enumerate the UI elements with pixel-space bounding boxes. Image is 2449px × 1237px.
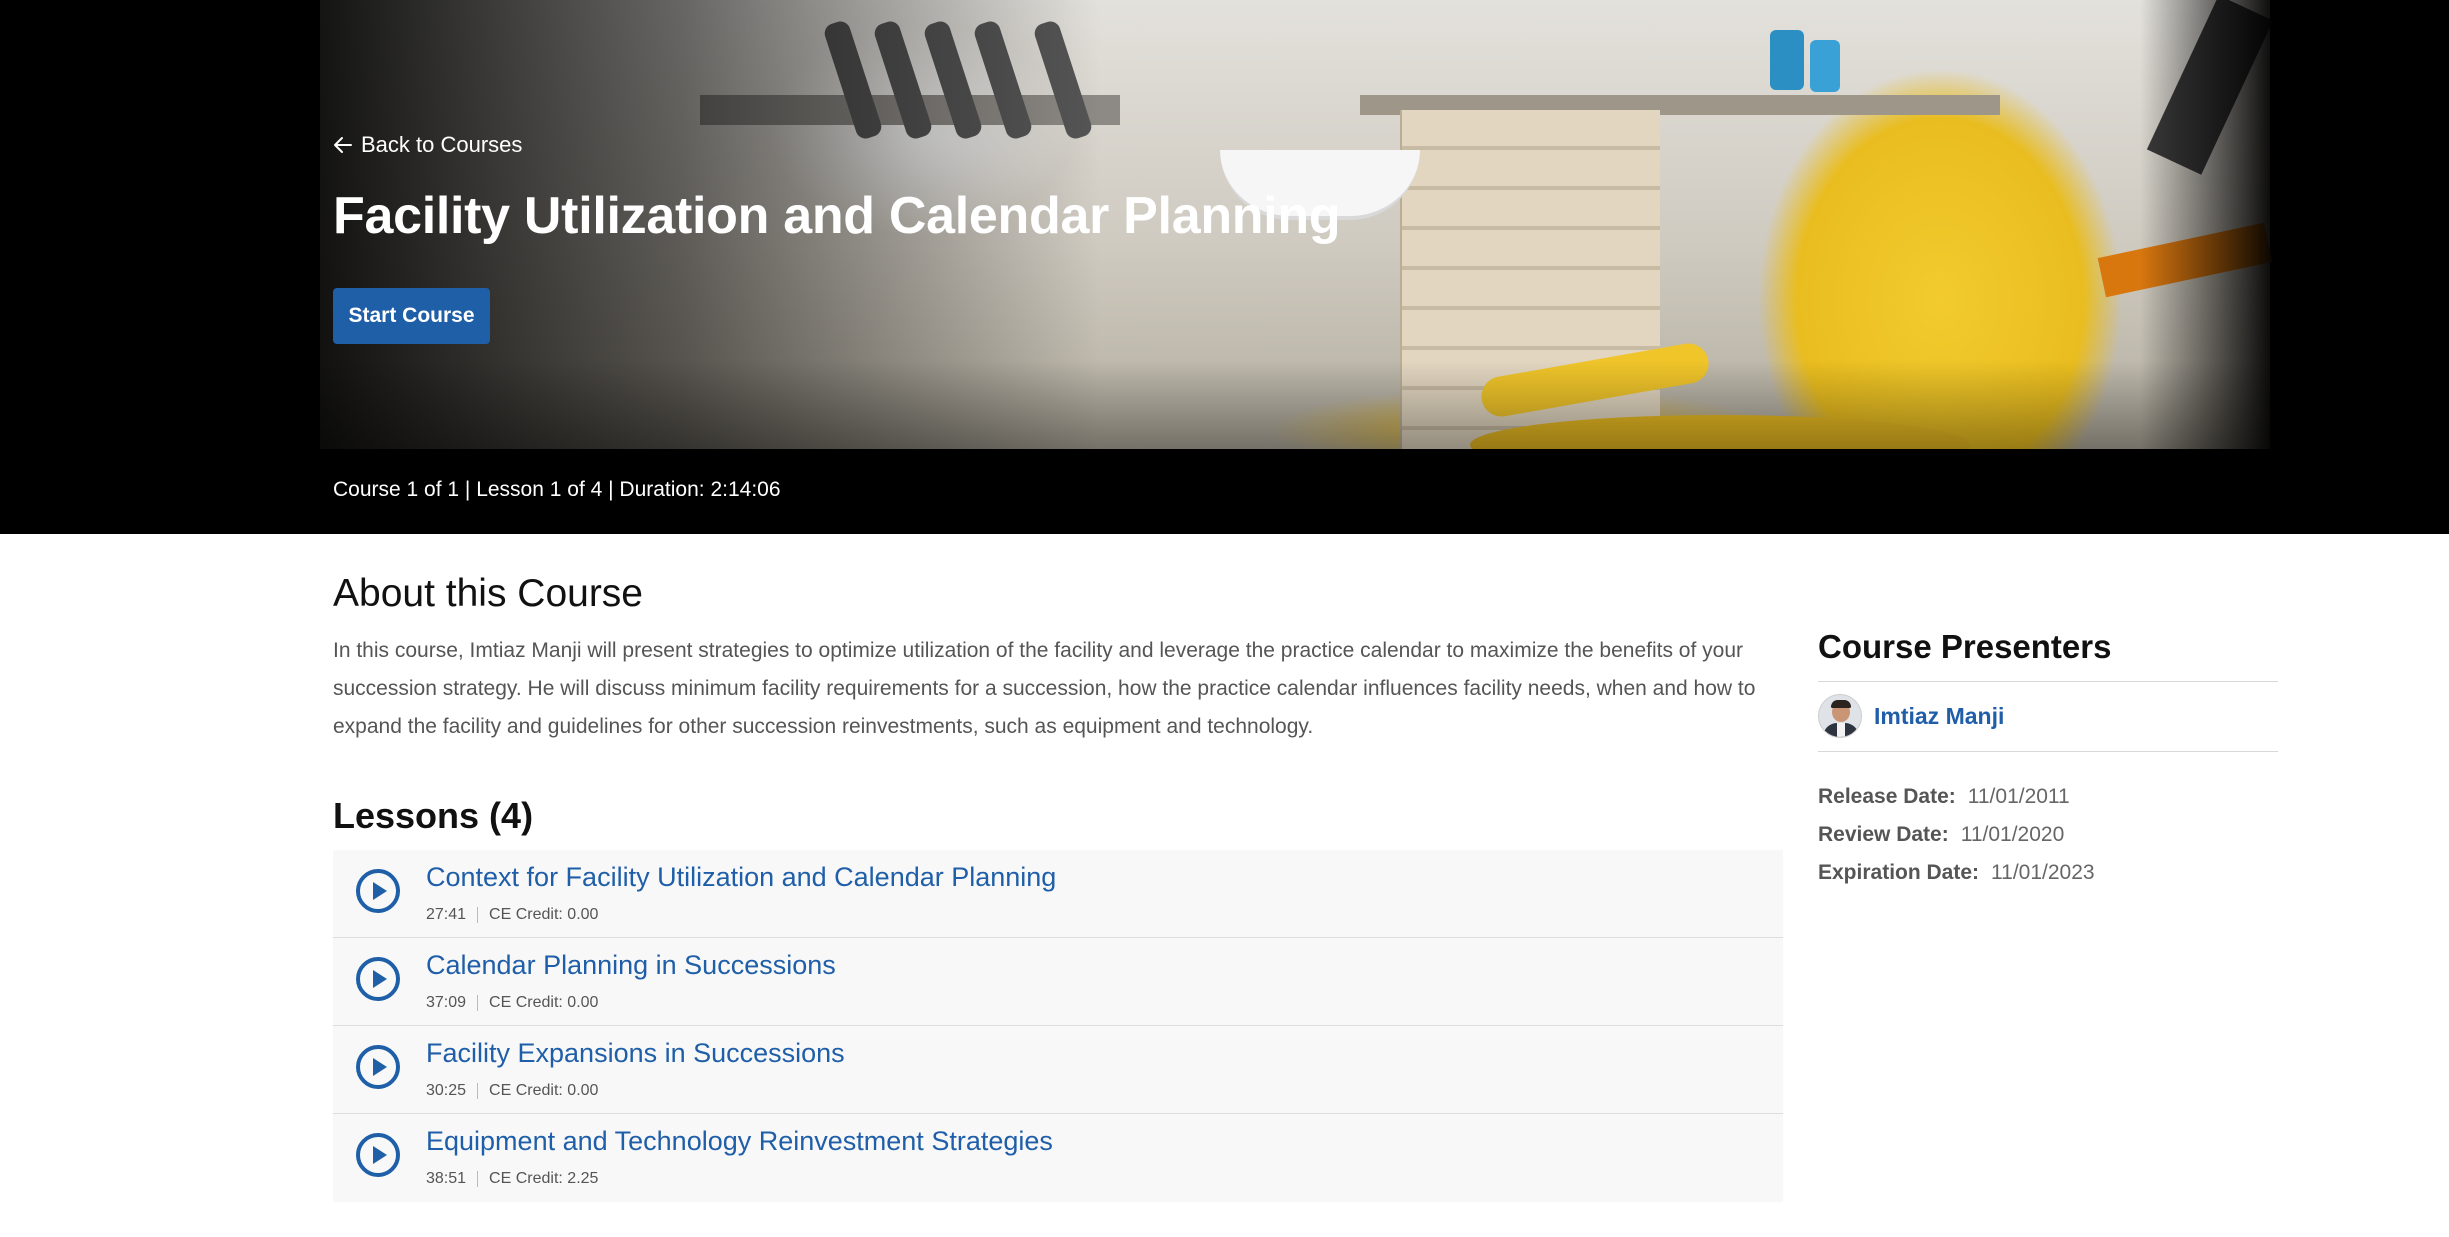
lesson-item[interactable]: Equipment and Technology Reinvestment St…: [333, 1114, 1783, 1202]
divider: [1818, 751, 2278, 752]
lesson-duration: 27:41: [426, 906, 467, 923]
lesson-meta: 27:41 CE Credit: 0.00: [426, 906, 598, 924]
lesson-meta: 38:51 CE Credit: 2.25: [426, 1170, 598, 1188]
start-course-button[interactable]: Start Course: [333, 288, 490, 344]
date-label: Expiration Date:: [1818, 861, 1980, 884]
lesson-duration: 37:09: [426, 994, 467, 1011]
play-circle-icon[interactable]: [355, 1044, 401, 1090]
presenter-name[interactable]: Imtiaz Manji: [1874, 703, 2004, 730]
lesson-duration: 38:51: [426, 1170, 467, 1187]
lesson-title[interactable]: Calendar Planning in Successions: [426, 950, 836, 981]
date-label: Review Date:: [1818, 823, 1949, 846]
play-circle-icon[interactable]: [355, 956, 401, 1002]
meta-divider: [477, 995, 479, 1011]
lesson-ce-credit: CE Credit: 2.25: [489, 1170, 599, 1187]
lessons-section-title: Lessons (4): [333, 795, 534, 836]
arrow-left-icon: [334, 137, 352, 153]
lesson-meta: 37:09 CE Credit: 0.00: [426, 994, 598, 1012]
play-circle-icon[interactable]: [355, 868, 401, 914]
lesson-item[interactable]: Calendar Planning in Successions 37:09 C…: [333, 938, 1783, 1026]
date-value: 11/01/2023: [1991, 861, 2095, 884]
lesson-ce-credit: CE Credit: 0.00: [489, 1082, 599, 1099]
lesson-title[interactable]: Facility Expansions in Successions: [426, 1038, 845, 1069]
presenter-link[interactable]: Imtiaz Manji: [1818, 694, 2004, 738]
date-value: 11/01/2011: [1967, 785, 2070, 808]
course-progress-meta: Course 1 of 1 | Lesson 1 of 4 | Duration…: [333, 478, 781, 501]
divider: [1818, 681, 2278, 682]
lessons-list: Context for Facility Utilization and Cal…: [333, 850, 1783, 1202]
lesson-duration: 30:25: [426, 1082, 467, 1099]
meta-divider: [477, 907, 479, 923]
meta-divider: [477, 1171, 479, 1187]
about-section-title: About this Course: [333, 572, 644, 615]
lesson-meta: 30:25 CE Credit: 0.00: [426, 1082, 598, 1100]
page-title: Facility Utilization and Calendar Planni…: [333, 187, 1341, 245]
lesson-title[interactable]: Equipment and Technology Reinvestment St…: [426, 1126, 1053, 1157]
expiration-date-row: Expiration Date: 11/01/2023: [1818, 854, 2095, 892]
presenters-section-title: Course Presenters: [1818, 628, 2112, 665]
date-value: 11/01/2020: [1960, 823, 2065, 846]
meta-divider: [477, 1083, 479, 1099]
release-date-row: Release Date: 11/01/2011: [1818, 778, 2095, 816]
about-description: In this course, Imtiaz Manji will presen…: [333, 639, 1756, 738]
course-dates: Release Date: 11/01/2011 Review Date: 11…: [1818, 778, 2095, 892]
lesson-ce-credit: CE Credit: 0.00: [489, 906, 599, 923]
back-link-label: Back to Courses: [361, 132, 523, 157]
lesson-title[interactable]: Context for Facility Utilization and Cal…: [426, 862, 1056, 893]
back-to-courses-link[interactable]: Back to Courses: [333, 128, 522, 162]
presenter-avatar[interactable]: [1818, 694, 1862, 738]
play-circle-icon[interactable]: [355, 1132, 401, 1178]
review-date-row: Review Date: 11/01/2020: [1818, 816, 2095, 854]
lesson-ce-credit: CE Credit: 0.00: [489, 994, 599, 1011]
date-label: Release Date:: [1818, 785, 1956, 808]
lesson-item[interactable]: Context for Facility Utilization and Cal…: [333, 850, 1783, 938]
lesson-item[interactable]: Facility Expansions in Successions 30:25…: [333, 1026, 1783, 1114]
